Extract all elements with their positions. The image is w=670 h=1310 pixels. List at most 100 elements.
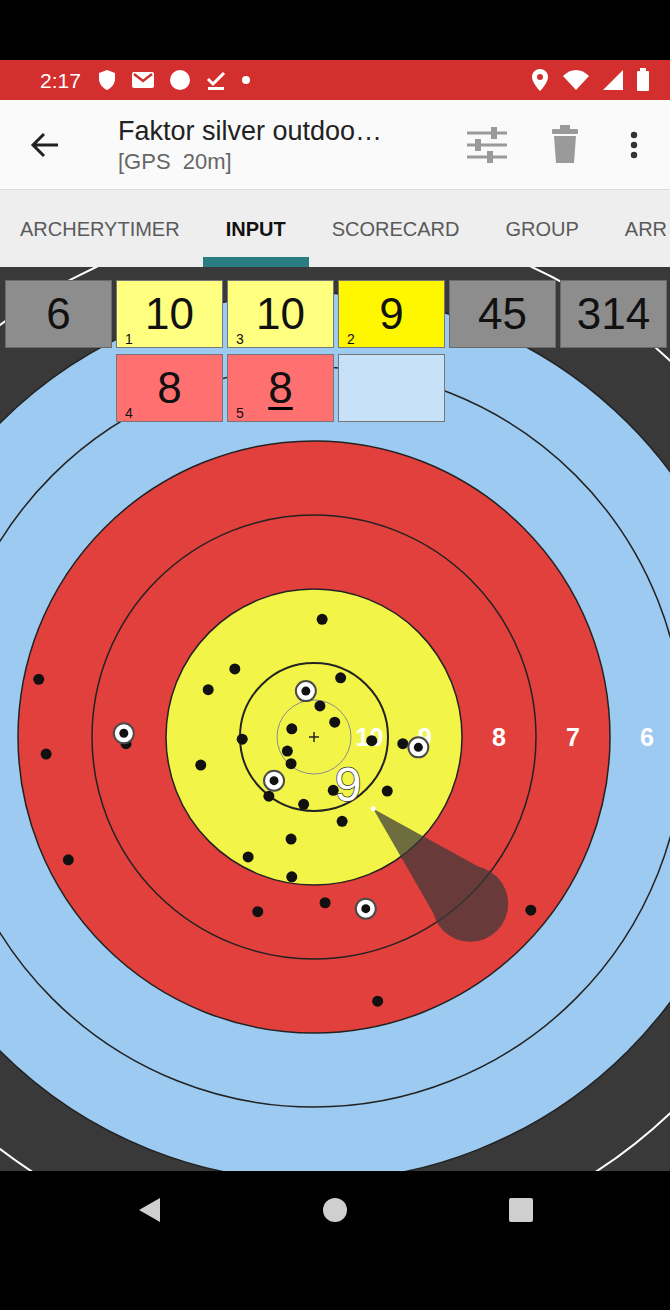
past-arrow-hit [243,851,254,862]
past-arrow-hit [263,791,274,802]
arrow-score-cell[interactable]: 92 [338,280,445,348]
shot-number: 2 [347,332,355,346]
arrow-ring [296,681,316,701]
dot-icon [241,75,251,85]
arrow-center [361,904,370,913]
past-arrow-hit [63,854,74,865]
pending-score: 9 [335,758,362,811]
arrow-center [270,776,279,785]
battery-icon [636,68,650,92]
past-arrow-hit [366,735,377,746]
past-arrow-hit [33,674,44,685]
score-wrap: 10 [145,292,194,336]
end-arrow-hit[interactable] [408,737,428,757]
arrow-score: 10 [256,289,305,338]
tab-label: SCORECARD [332,214,460,244]
score-panel: 6 45 314 101103928485 [5,280,667,422]
bottom-bezel [0,1249,670,1309]
target-ring [0,367,670,1107]
arrow-score-cell[interactable]: 101 [116,280,223,348]
arrow-score-cell[interactable]: 84 [116,354,223,422]
location-icon [530,68,550,92]
arrow-score-cell[interactable]: 85 [227,354,334,422]
title-block: Faktor silver outdoo… [GPS 20m] [90,114,465,176]
back-button[interactable] [0,132,90,158]
past-arrow-hit [329,717,340,728]
past-arrow-hit [397,738,408,749]
past-arrow-hit [335,672,346,683]
end-arrow-hit[interactable] [264,771,284,791]
past-arrow-hit [252,906,263,917]
arrow-ring [408,737,428,757]
gmail-icon [131,71,155,89]
pointer-handle [432,866,508,942]
past-arrow-hit [286,758,297,769]
wifi-icon [562,69,590,91]
tab[interactable]: GROUP [482,190,601,267]
cross-line [313,732,315,742]
home-circle-icon[interactable] [322,1197,348,1223]
past-arrow-hit [229,663,240,674]
arrow-score-cell[interactable]: 10 3 [227,280,334,348]
back-triangle-icon[interactable] [136,1196,162,1224]
end-arrow-hit[interactable] [114,723,134,743]
tab[interactable]: SCORECARD [309,190,483,267]
delete-button[interactable] [543,125,587,165]
tab-bar: ARCHERYTIMER INPUT SCORECARD GROUP ARR [0,190,670,267]
drag-pointer[interactable] [373,809,508,942]
arrow-center [414,743,423,752]
past-arrow-hit [286,723,297,734]
score-wrap: 8 [157,366,181,410]
target-ring [18,441,610,1033]
shot-number: 3 [236,332,244,346]
arrow-center [301,687,310,696]
sliders-icon [465,127,509,163]
score-wrap: 10 [256,292,305,336]
past-arrow-hit [286,871,297,882]
arrow-score: 8 [157,363,181,412]
target-area[interactable]: 1098769 6 45 314 101103928485 [0,267,670,1171]
arrow-score: 9 [379,289,403,338]
past-arrow-hit [320,897,331,908]
past-arrow-hit [298,799,309,810]
tab-label: ARCHERYTIMER [20,214,180,244]
end-total: 45 [478,292,527,336]
center-cross-icon [309,732,319,742]
past-arrow-hit [41,749,52,760]
tab[interactable]: ARCHERYTIMER [0,190,203,267]
status-bar: 2:17 [0,60,670,100]
settings-button[interactable] [465,127,509,163]
end-number-cell: 6 [5,280,112,348]
target-ring [92,515,536,959]
tab-label: GROUP [505,214,578,244]
past-arrow-hit [314,700,325,711]
kebab-icon [630,131,638,159]
target-ring [0,293,670,1171]
score-wrap: 9 [379,292,403,336]
trash-icon [550,125,580,165]
shield-icon [97,69,117,91]
score-wrap: 8 [268,366,292,410]
target-face[interactable]: 1098769 [0,267,670,1171]
arrow-center [119,729,128,738]
empty-score-slot[interactable] [338,354,445,422]
ring-label: 10 [356,723,384,751]
tab[interactable]: ARR [602,190,670,267]
back-arrow-icon [30,132,60,158]
past-arrow-hit [372,996,383,1007]
download-done-icon [205,69,227,91]
end-arrow-hit[interactable] [356,899,376,919]
end-number: 6 [46,292,70,336]
arrow-ring [264,771,284,791]
past-arrow-hit [237,734,248,745]
tab[interactable]: INPUT [203,190,309,267]
signal-icon [602,69,624,91]
overflow-menu-button[interactable] [614,131,654,159]
running-total: 314 [577,292,650,336]
arrow-score: 8 [268,363,292,412]
end-arrow-hit[interactable] [296,681,316,701]
recents-square-icon[interactable] [508,1197,534,1223]
navigation-bar [0,1171,670,1249]
past-arrow-hit [525,905,536,916]
past-arrow-hit [282,746,293,757]
